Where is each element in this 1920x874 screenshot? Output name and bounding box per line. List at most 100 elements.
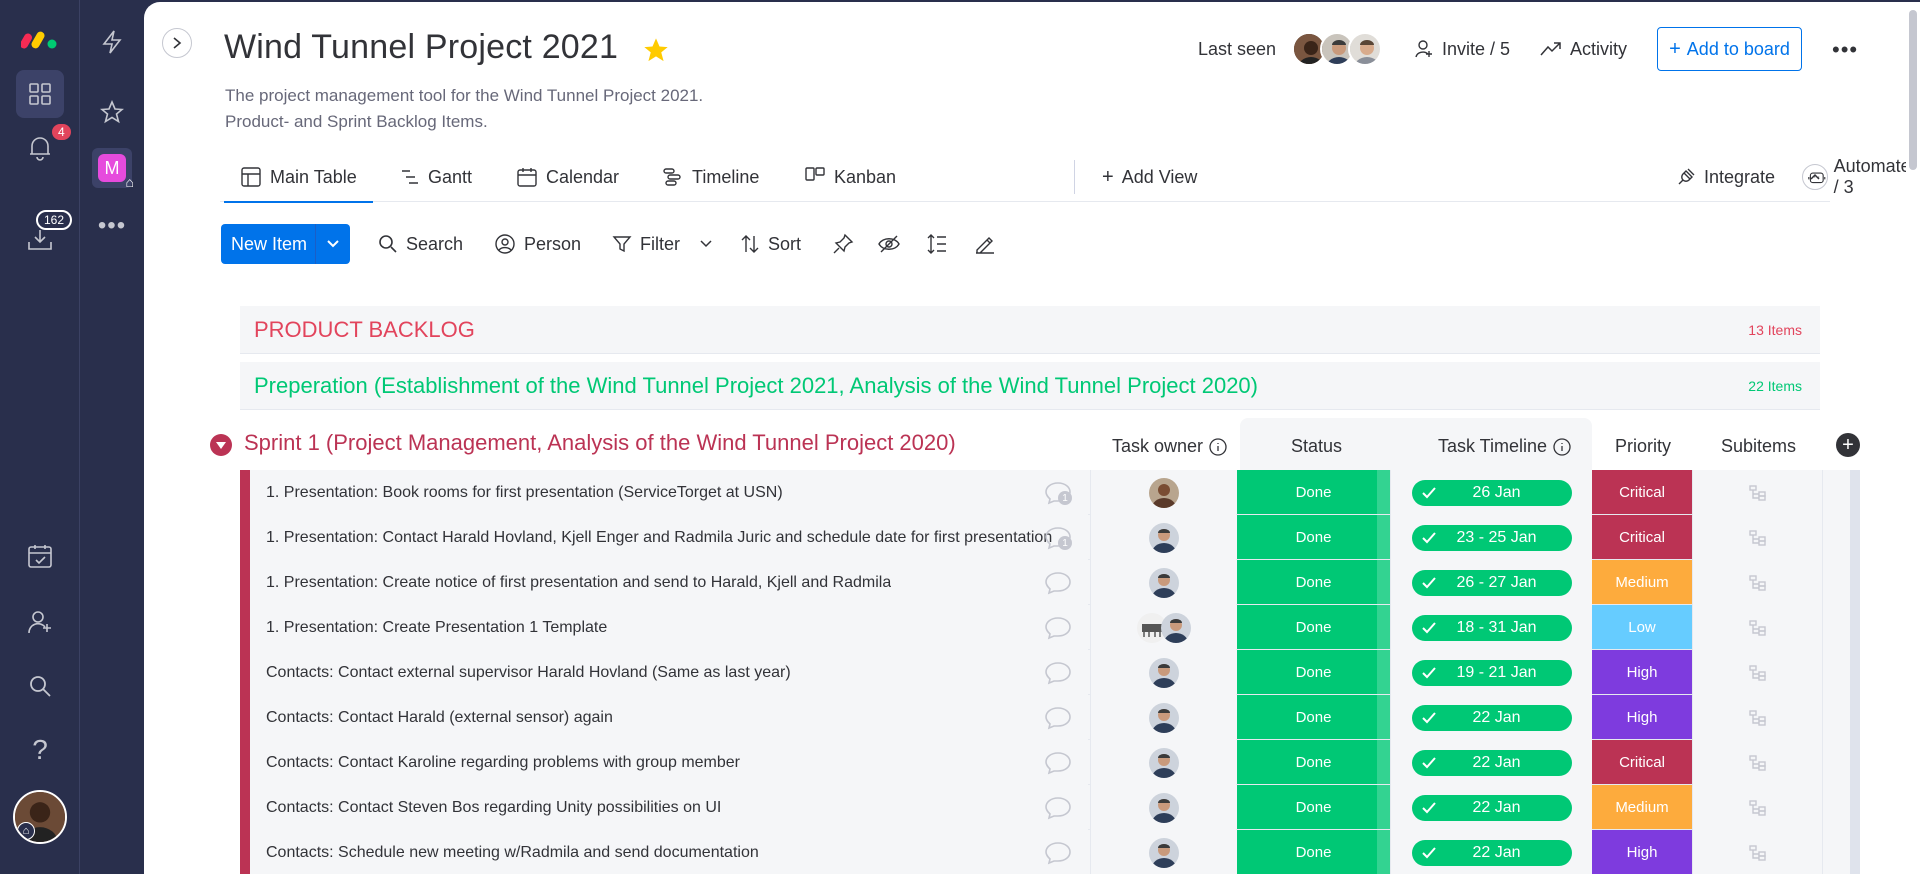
row-group-color[interactable] [240, 650, 250, 695]
subitems-cell[interactable] [1692, 470, 1822, 515]
item-name-cell[interactable]: Contacts: Contact external supervisor Ha… [250, 650, 1088, 695]
updates-button[interactable] [1040, 838, 1076, 868]
updates-button[interactable] [1040, 568, 1076, 598]
column-header-status[interactable]: Status [1291, 436, 1342, 457]
row-height-button[interactable] [926, 224, 948, 264]
task-owner-cell[interactable] [1090, 650, 1236, 695]
item-name-cell[interactable]: 1. Presentation: Create Presentation 1 T… [250, 605, 1088, 650]
person-filter-button[interactable]: Person [494, 224, 581, 264]
status-cell[interactable]: Done [1237, 695, 1390, 739]
item-name-cell[interactable]: 1. Presentation: Contact Harald Hovland,… [250, 515, 1088, 560]
owner-avatar[interactable] [1148, 792, 1179, 823]
table-row[interactable]: Contacts: Contact external supervisor Ha… [240, 650, 1860, 695]
timeline-pill[interactable]: 22 Jan [1411, 794, 1572, 821]
collapse-sidebar-button[interactable] [162, 28, 192, 58]
priority-cell[interactable]: Low [1592, 605, 1692, 649]
monday-logo[interactable] [16, 14, 64, 62]
add-to-board-button[interactable]: + Add to board [1657, 27, 1802, 71]
column-header-priority[interactable]: Priority [1615, 436, 1671, 457]
column-header-task-timeline[interactable]: Task Timeline [1438, 436, 1571, 457]
updates-button[interactable] [1040, 613, 1076, 643]
hide-columns-button[interactable] [878, 224, 900, 264]
item-name-cell[interactable]: Contacts: Contact Karoline regarding pro… [250, 740, 1088, 785]
updates-button[interactable] [1040, 703, 1076, 733]
owner-avatar[interactable] [1160, 612, 1191, 643]
help-button[interactable]: ? [16, 726, 64, 774]
subitems-cell[interactable] [1692, 830, 1822, 874]
subitems-cell[interactable] [1692, 785, 1822, 830]
priority-cell[interactable]: Critical [1592, 515, 1692, 559]
board-title[interactable]: Wind Tunnel Project 2021 [224, 28, 618, 67]
group-title[interactable]: Preperation (Establishment of the Wind T… [254, 373, 1258, 399]
owner-avatar[interactable] [1148, 747, 1179, 778]
status-cell[interactable]: Done [1237, 560, 1390, 604]
group-title[interactable]: PRODUCT BACKLOG [254, 317, 475, 343]
task-timeline-cell[interactable]: 23 - 25 Jan [1390, 515, 1592, 560]
row-group-color[interactable] [240, 560, 250, 605]
filter-button[interactable]: Filter [612, 224, 712, 264]
favorites-button[interactable] [92, 92, 132, 132]
subitems-cell[interactable] [1692, 650, 1822, 695]
row-group-color[interactable] [240, 695, 250, 740]
new-item-dropdown[interactable] [316, 240, 350, 248]
owner-avatar[interactable] [1148, 657, 1179, 688]
task-owner-cell[interactable] [1090, 470, 1236, 515]
task-timeline-cell[interactable]: 19 - 21 Jan [1390, 650, 1592, 695]
priority-cell[interactable]: Medium [1592, 560, 1692, 604]
chevron-down-icon[interactable] [700, 240, 712, 248]
pin-button[interactable] [832, 224, 854, 264]
more-workspaces-button[interactable]: ••• [92, 206, 132, 246]
priority-cell[interactable]: High [1592, 695, 1692, 739]
item-name-cell[interactable]: Contacts: Contact Steven Bos regarding U… [250, 785, 1088, 830]
updates-button[interactable]: 1 [1040, 523, 1076, 553]
add-view-button[interactable]: + Add View [1102, 152, 1197, 202]
tab-timeline[interactable]: Timeline [662, 152, 759, 202]
vertical-scrollbar[interactable] [1906, 2, 1920, 874]
search-button[interactable]: Search [378, 224, 463, 264]
status-cell[interactable]: Done [1237, 740, 1390, 784]
timeline-pill[interactable]: 22 Jan [1411, 839, 1572, 866]
group-collapse-toggle[interactable] [210, 434, 232, 456]
info-icon[interactable] [1209, 437, 1227, 456]
tab-calendar[interactable]: Calendar [516, 152, 619, 202]
task-owner-cell[interactable] [1090, 785, 1236, 830]
updates-button[interactable] [1040, 658, 1076, 688]
timeline-pill[interactable]: 19 - 21 Jan [1411, 659, 1572, 686]
table-row[interactable]: 1. Presentation: Create notice of first … [240, 560, 1860, 605]
group-product-backlog[interactable]: PRODUCT BACKLOG 13 Items [240, 306, 1820, 354]
task-timeline-cell[interactable]: 22 Jan [1390, 695, 1592, 740]
subitems-cell[interactable] [1692, 695, 1822, 740]
subitems-cell[interactable] [1692, 560, 1822, 605]
status-cell[interactable]: Done [1237, 605, 1390, 649]
board-menu-button[interactable]: ••• [1832, 37, 1858, 63]
column-header-subitems[interactable]: Subitems [1721, 436, 1796, 457]
row-group-color[interactable] [240, 515, 250, 560]
priority-cell[interactable]: Critical [1592, 740, 1692, 784]
conditional-coloring-button[interactable] [974, 224, 996, 264]
timeline-pill[interactable]: 26 Jan [1411, 479, 1572, 506]
table-row[interactable]: Contacts: Contact Steven Bos regarding U… [240, 785, 1860, 830]
owner-avatar[interactable] [1148, 702, 1179, 733]
task-owner-cell[interactable] [1090, 830, 1236, 874]
group-preperation[interactable]: Preperation (Establishment of the Wind T… [240, 362, 1820, 410]
collapse-header-button[interactable] [1802, 164, 1828, 190]
subitems-cell[interactable] [1692, 740, 1822, 785]
task-owner-cell[interactable] [1090, 740, 1236, 785]
task-timeline-cell[interactable]: 22 Jan [1390, 785, 1592, 830]
last-seen-avatar-3[interactable] [1348, 32, 1382, 66]
task-timeline-cell[interactable]: 22 Jan [1390, 740, 1592, 785]
timeline-pill[interactable]: 22 Jan [1411, 704, 1572, 731]
task-timeline-cell[interactable]: 26 Jan [1390, 470, 1592, 515]
task-timeline-cell[interactable]: 26 - 27 Jan [1390, 560, 1592, 605]
table-row[interactable]: Contacts: Contact Harald (external senso… [240, 695, 1860, 740]
owner-avatar[interactable] [1148, 477, 1179, 508]
row-group-color[interactable] [240, 605, 250, 650]
sort-button[interactable]: Sort [740, 224, 801, 264]
timeline-pill[interactable]: 22 Jan [1411, 749, 1572, 776]
table-row[interactable]: Contacts: Schedule new meeting w/Radmila… [240, 830, 1860, 874]
status-cell[interactable]: Done [1237, 515, 1390, 559]
invite-members-button[interactable] [16, 598, 64, 646]
subitems-cell[interactable] [1692, 515, 1822, 560]
new-item-button[interactable]: New Item [221, 224, 350, 264]
search-rail-button[interactable] [16, 662, 64, 710]
